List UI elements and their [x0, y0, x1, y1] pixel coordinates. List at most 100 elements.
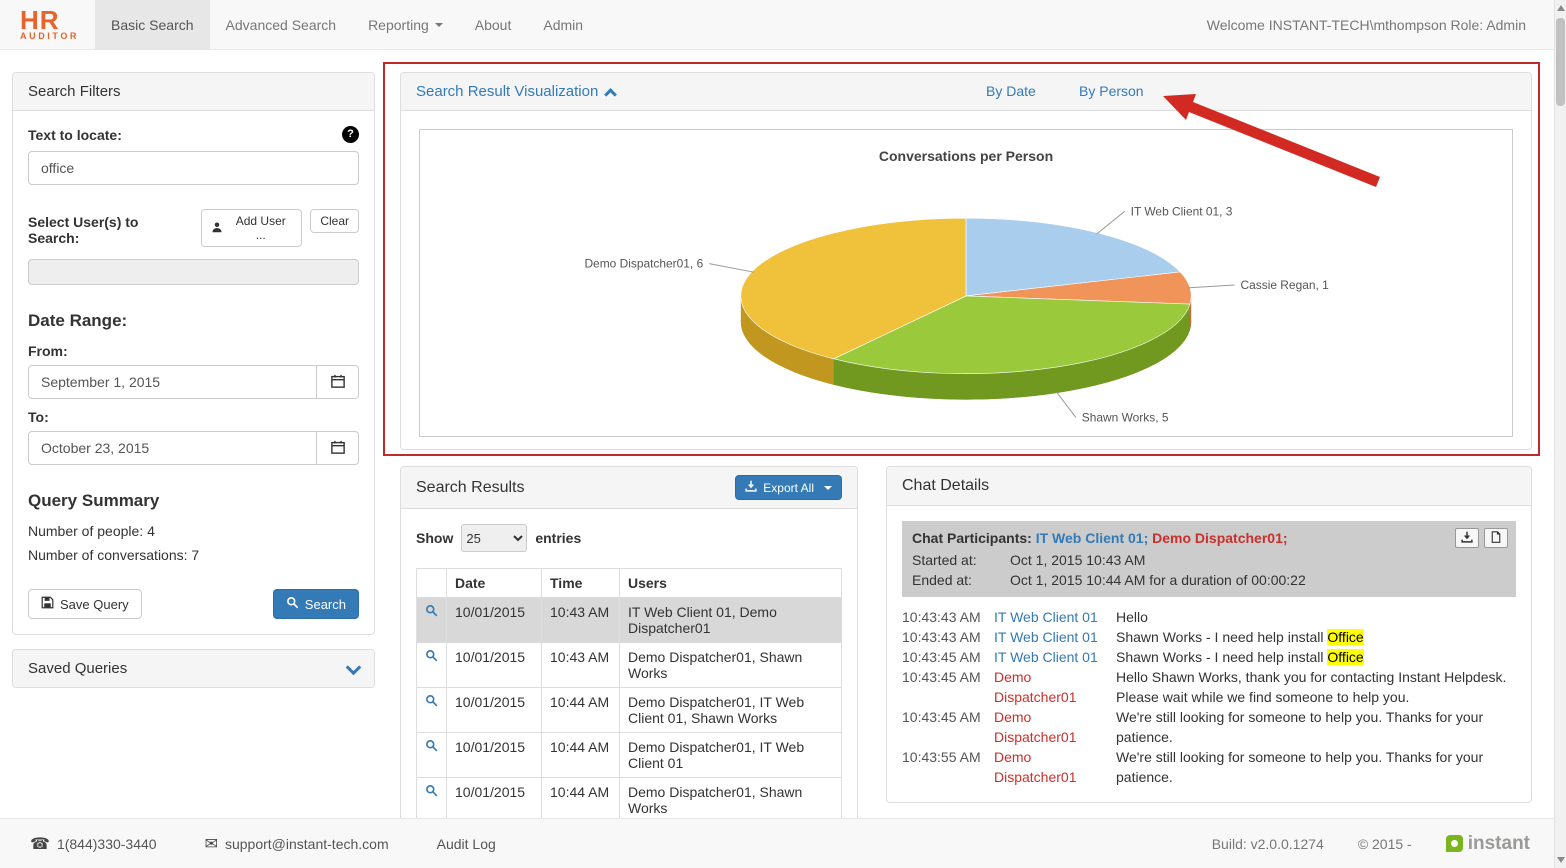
message-time: 10:43:43 AM: [902, 629, 981, 645]
nav-item-advanced-search[interactable]: Advanced Search: [210, 0, 353, 49]
column-header-time[interactable]: Time: [541, 568, 620, 598]
help-icon[interactable]: ?: [342, 126, 359, 143]
app-logo[interactable]: HR AUDITOR: [0, 0, 95, 49]
hr-auditor-app: HR AUDITOR Basic Search Advanced Search Re…: [0, 0, 1566, 868]
logo-text-hr: HR: [20, 4, 60, 35]
header-icon-column: [416, 568, 447, 598]
message-text: Hello: [1116, 609, 1148, 625]
text-to-locate-input[interactable]: [28, 151, 359, 185]
pie-leader-line: [1187, 284, 1235, 289]
search-icon: [425, 784, 438, 800]
audit-log-link[interactable]: Audit Log: [437, 836, 496, 852]
message-text: We're still looking for someone to help …: [1116, 749, 1484, 785]
row-view-button[interactable]: [416, 732, 447, 778]
from-date-input[interactable]: [28, 365, 317, 399]
message-time: 10:43:45 AM: [902, 669, 981, 685]
row-view-button[interactable]: [416, 642, 447, 688]
calendar-icon: [330, 440, 345, 457]
search-icon: [425, 604, 438, 620]
download-icon: [745, 480, 757, 495]
footer: ☎ 1(844)330-3440 ✉ support@instant-tech.…: [0, 818, 1566, 868]
clear-button[interactable]: Clear: [310, 209, 359, 233]
saved-queries-header[interactable]: Saved Queries: [13, 650, 374, 687]
search-button[interactable]: Search: [272, 589, 359, 619]
results-header-row: Date Time Users: [416, 568, 842, 598]
cell-users: Demo Dispatcher01, Shawn Works: [619, 777, 842, 818]
message-text: We're still looking for someone to help …: [1116, 709, 1484, 745]
chat-message: 10:43:45 AM Demo Dispatcher01 Hello Shawn …: [902, 667, 1516, 707]
caret-down-icon: [434, 22, 443, 27]
cell-users: IT Web Client 01, Demo Dispatcher01: [619, 597, 842, 643]
add-user-button[interactable]: Add User ...: [201, 209, 303, 247]
scroll-down-icon[interactable]: [1557, 857, 1565, 863]
scrollbar-thumb[interactable]: [1556, 18, 1565, 106]
row-view-button[interactable]: [416, 777, 447, 818]
row-view-button[interactable]: [416, 687, 447, 733]
search-icon: [425, 649, 438, 665]
phone-link[interactable]: ☎ 1(844)330-3440: [30, 834, 157, 854]
chat-details-header: Chat Details: [887, 467, 1531, 506]
pie-chart-container: Conversations per Person IT Web Client 0…: [419, 129, 1513, 437]
save-query-button[interactable]: Save Query: [28, 589, 142, 619]
search-results-header: Search Results Export All: [401, 467, 857, 509]
download-icon: [1461, 528, 1473, 548]
export-all-button[interactable]: Export All: [735, 475, 842, 500]
page-size-select[interactable]: 25: [461, 524, 528, 552]
saved-queries-panel[interactable]: Saved Queries: [12, 649, 375, 688]
visualization-header: Search Result Visualization By Date By P…: [401, 73, 1531, 111]
cell-users: Demo Dispatcher01, IT Web Client 01: [619, 732, 842, 778]
caret-down-icon: [824, 485, 832, 490]
chat-message: 10:43:55 AM Demo Dispatcher01 We're still …: [902, 747, 1516, 787]
save-icon: [41, 596, 54, 612]
nav-item-about[interactable]: About: [459, 0, 528, 49]
cell-time: 10:43 AM: [541, 597, 620, 643]
to-date-input[interactable]: [28, 431, 317, 465]
column-header-users[interactable]: Users: [619, 568, 842, 598]
visualization-panel: Search Result Visualization By Date By P…: [400, 72, 1532, 450]
chevron-up-icon: [604, 87, 618, 101]
started-at-value: Oct 1, 2015 10:43 AM: [1010, 552, 1146, 568]
calendar-icon: [330, 374, 345, 391]
nav-item-basic-search[interactable]: Basic Search: [95, 0, 210, 49]
date-range-heading: Date Range:: [28, 311, 128, 330]
participant-name[interactable]: Demo Dispatcher01;: [1152, 530, 1287, 546]
nav-item-admin[interactable]: Admin: [527, 0, 599, 49]
copyright-text: © 2015 -: [1357, 835, 1412, 852]
row-view-button[interactable]: [416, 597, 447, 643]
participant-name[interactable]: IT Web Client 01;: [1036, 530, 1149, 546]
to-label: To:: [28, 409, 49, 425]
by-date-link[interactable]: By Date: [986, 83, 1036, 99]
table-row[interactable]: 10/01/2015 10:44 AM Demo Dispatcher01, IT …: [416, 732, 842, 778]
instant-brand-name: instant: [1467, 832, 1530, 854]
copy-chat-button[interactable]: [1484, 528, 1508, 548]
pie-chart[interactable]: IT Web Client 01, 3 Cassie Regan, 1 Shawn …: [420, 130, 1512, 436]
column-header-date[interactable]: Date: [446, 568, 542, 598]
build-version: Build: v2.0.0.1274: [1211, 835, 1324, 852]
table-row[interactable]: 10/01/2015 10:44 AM Demo Dispatcher01, IT …: [416, 687, 842, 733]
highlighted-term: Office: [1327, 629, 1364, 645]
from-calendar-button[interactable]: [317, 365, 359, 399]
message-time: 10:43:43 AM: [902, 609, 981, 625]
user-icon: [211, 221, 223, 236]
cell-time: 10:44 AM: [541, 687, 620, 733]
email-link[interactable]: ✉ support@instant-tech.com: [205, 834, 389, 854]
instant-brand-logo[interactable]: instant: [1445, 832, 1530, 855]
pie-leader-line: [709, 263, 755, 273]
to-calendar-button[interactable]: [317, 431, 359, 465]
cell-time: 10:44 AM: [541, 732, 620, 778]
message-sender: Demo Dispatcher01: [994, 669, 1077, 705]
message-sender: IT Web Client 01: [994, 629, 1098, 645]
by-person-link[interactable]: By Person: [1079, 83, 1144, 99]
table-row[interactable]: 10/01/2015 10:44 AM Demo Dispatcher01, Sha…: [416, 777, 842, 818]
visualization-collapse-toggle[interactable]: Search Result Visualization: [416, 83, 618, 101]
export-all-label: Export All: [763, 480, 814, 495]
table-row[interactable]: 10/01/2015 10:43 AM Demo Dispatcher01, Sha…: [416, 642, 842, 688]
download-chat-button[interactable]: [1455, 528, 1479, 548]
scroll-up-icon[interactable]: [1557, 5, 1565, 11]
scrollbar[interactable]: [1554, 0, 1566, 868]
chat-details-panel: Chat Details Chat Participants: IT Web C…: [886, 466, 1532, 803]
phone-number: 1(844)330-3440: [56, 835, 157, 852]
nav-item-reporting[interactable]: Reporting: [352, 0, 459, 49]
table-row[interactable]: 10/01/2015 10:43 AM IT Web Client 01, Demo…: [416, 597, 842, 643]
text-to-locate-label: Text to locate:: [28, 126, 122, 143]
